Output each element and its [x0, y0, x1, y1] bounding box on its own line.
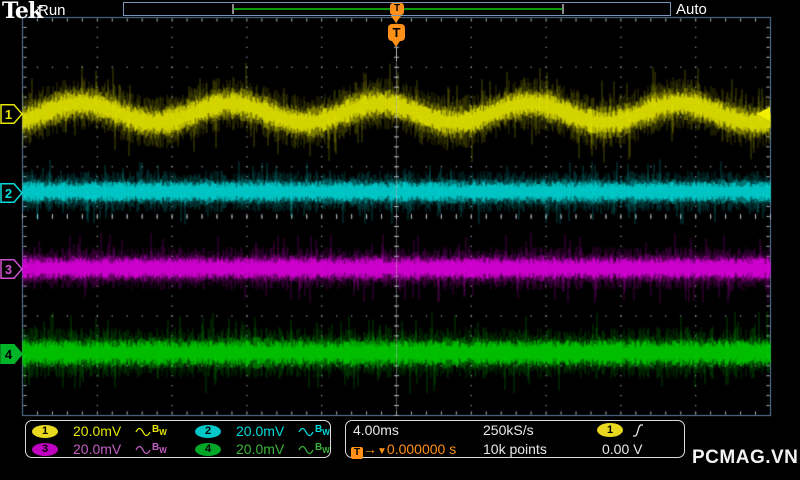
trigger-position-value: 0.000000 s — [386, 441, 457, 457]
waveform-canvas — [0, 0, 800, 480]
trigger-mode-label: Auto — [676, 1, 707, 18]
trigger-flag-tip-icon — [392, 41, 400, 47]
channel-3-scale: 20.0mV — [73, 441, 122, 457]
channel-1-marker: 1 — [0, 104, 23, 124]
channel-2-marker: 2 — [0, 183, 23, 203]
channel-2-badge: 2 — [195, 424, 221, 438]
bandwidth-limit-icon: BW — [315, 441, 330, 455]
channel-3-marker-number: 3 — [5, 262, 12, 277]
ac-coupling-icon — [298, 427, 314, 436]
trigger-flag-stem — [396, 47, 397, 61]
trigger-position-group: T →▼0.000000 s — [351, 441, 456, 459]
trigger-level-value: 0.00 V — [602, 441, 643, 457]
record-window-bracket-left — [232, 4, 234, 14]
channel-1-readout: 1 20.0mV BW — [26, 423, 189, 439]
tek-logo: Tek — [2, 0, 43, 24]
bandwidth-limit-icon: BW — [315, 423, 330, 437]
ac-coupling-icon — [135, 427, 151, 436]
horizontal-readout-row: 4.00ms 250kS/s 1 — [346, 422, 684, 440]
channel-3-marker: 3 — [0, 259, 23, 279]
trigger-level-arrow-icon — [757, 107, 770, 121]
acquisition-status: Run — [38, 2, 66, 19]
channel-3-readout: 3 20.0mV BW — [26, 441, 189, 457]
horizontal-trigger-readout-box: 4.00ms 250kS/s 1 T →▼0.000000 s 10k point… — [345, 420, 685, 459]
channel-2-readout: 2 20.0mV BW — [189, 423, 330, 439]
record-view-bar: T — [123, 2, 671, 16]
trigger-readout-row: T →▼0.000000 s 10k points 0.00 V — [346, 441, 684, 459]
channel-4-scale: 20.0mV — [236, 441, 285, 457]
trigger-arrow-icon: → — [363, 441, 377, 457]
channel-4-marker-number: 4 — [5, 347, 13, 362]
channel-4-marker: 4 — [0, 344, 23, 364]
channel-1-scale: 20.0mV — [73, 423, 122, 439]
channel-4-badge: 4 — [195, 442, 221, 456]
channel-2-scale: 20.0mV — [236, 423, 285, 439]
channel-4-readout: 4 20.0mV BW — [189, 441, 330, 457]
rising-edge-icon — [633, 424, 643, 437]
channel-3-badge: 3 — [32, 442, 58, 456]
trigger-t-icon: T — [351, 447, 363, 459]
timebase-value: 4.00ms — [353, 422, 399, 438]
ac-coupling-icon — [298, 445, 314, 454]
channel-readout-box: 1 20.0mV BW 2 20.0mV BW 3 20.0mV BW 4 20… — [25, 420, 331, 458]
trigger-flag-icon: T — [388, 24, 405, 41]
record-length-value: 10k points — [483, 441, 547, 457]
record-trigger-marker-icon: T — [390, 3, 404, 15]
trigger-source-badge: 1 — [597, 423, 623, 437]
oscilloscope-screen: Tek Run Auto T T 1 2 3 4 1 20.0mV BW 2 2… — [0, 0, 800, 480]
trigger-cursor-glyph: ▼ — [377, 446, 387, 457]
channel-1-badge: 1 — [32, 424, 58, 438]
channel-1-marker-number: 1 — [5, 107, 12, 122]
sample-rate-value: 250kS/s — [483, 422, 534, 438]
trigger-cursor-icon — [391, 16, 401, 23]
pcmag-watermark: PCMAG.VN — [692, 447, 799, 468]
channel-2-marker-number: 2 — [5, 186, 12, 201]
ac-coupling-icon — [135, 445, 151, 454]
record-window-bracket-right — [562, 4, 564, 14]
bandwidth-limit-icon: BW — [152, 423, 167, 437]
bandwidth-limit-icon: BW — [152, 441, 167, 455]
